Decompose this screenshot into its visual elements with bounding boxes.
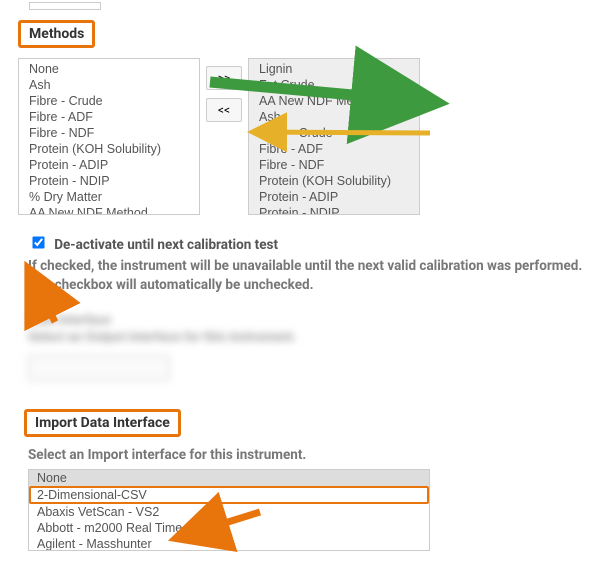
available-method-option[interactable]: Protein (KOH Solubility) (19, 141, 199, 157)
available-method-option[interactable]: Protein - NDIP (19, 173, 199, 189)
available-methods-listbox[interactable]: NoneAshFibre - CrudeFibre - ADFFibre - N… (18, 58, 200, 215)
selected-method-option[interactable]: Fibre - ADF (249, 141, 419, 157)
available-method-option[interactable]: Fibre - NDF (19, 125, 199, 141)
selected-method-option[interactable]: AA New NDF Method (249, 93, 419, 109)
selected-method-option[interactable]: Lignin (249, 61, 419, 77)
methods-section-label: Methods (18, 20, 95, 48)
import-interface-option[interactable]: Abbott - m2000 Real Time (29, 520, 429, 536)
selected-method-option[interactable]: Protein - ADIP (249, 189, 419, 205)
selected-method-option[interactable]: Protein - NDIP (249, 205, 419, 215)
selected-method-option[interactable]: Fat Crude (249, 77, 419, 93)
deactivate-label: De-activate until next calibration test (54, 237, 278, 253)
available-method-option[interactable]: Fibre - ADF (19, 109, 199, 125)
available-method-option[interactable]: Fibre - Crude (19, 93, 199, 109)
add-method-button[interactable]: >> (206, 66, 242, 90)
blurred-section: Data Interface Select an Output interfac… (28, 313, 583, 345)
methods-dual-listbox: NoneAshFibre - CrudeFibre - ADFFibre - N… (18, 58, 583, 215)
deactivate-row: De-activate until next calibration test (28, 233, 583, 253)
available-method-option[interactable]: AA New NDF Method (19, 205, 199, 215)
import-help-text: Select an Import interface for this inst… (28, 447, 583, 463)
deactivate-help-text: If checked, the instrument will be unava… (28, 257, 583, 295)
transfer-buttons-column: >> << (206, 58, 242, 215)
selected-methods-listbox[interactable]: LigninFat CrudeAA New NDF MethodAshFibre… (248, 58, 420, 215)
import-interface-option[interactable]: Agilent - Masshunter (29, 536, 429, 551)
selected-method-option[interactable]: Ash (249, 109, 419, 125)
selected-method-option[interactable]: Protein (KOH Solubility) (249, 173, 419, 189)
import-interface-option[interactable]: None (29, 470, 429, 486)
selected-method-option[interactable]: Fibre - NDF (249, 157, 419, 173)
import-interface-listbox[interactable]: None2-Dimensional-CSVAbaxis VetScan - VS… (28, 469, 430, 551)
blurred-select (28, 355, 170, 381)
blurred-heading: Data Interface (28, 313, 583, 328)
deactivate-checkbox[interactable] (32, 236, 44, 248)
available-method-option[interactable]: None (19, 61, 199, 77)
available-method-option[interactable]: % Dry Matter (19, 189, 199, 205)
cropped-field-fragment (29, 2, 101, 10)
import-section-label: Import Data Interface (24, 409, 181, 437)
selected-method-option[interactable]: Fibre - Crude (249, 125, 419, 141)
import-interface-option[interactable]: 2-Dimensional-CSV (29, 486, 429, 504)
remove-method-button[interactable]: << (206, 98, 242, 122)
blurred-line: Select an Output interface for this inst… (28, 330, 583, 345)
available-method-option[interactable]: Ash (19, 77, 199, 93)
available-method-option[interactable]: Protein - ADIP (19, 157, 199, 173)
import-interface-option[interactable]: Abaxis VetScan - VS2 (29, 504, 429, 520)
